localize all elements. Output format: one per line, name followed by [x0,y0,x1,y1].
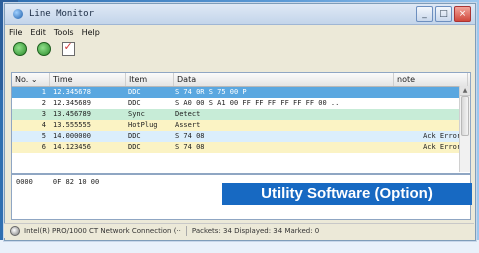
column-time[interactable]: Time [50,73,126,86]
cell-note [391,109,465,120]
main-window: Line Monitor _ □ × File Edit Tools Help … [4,3,476,241]
title-bar[interactable]: Line Monitor _ □ × [5,4,475,25]
minimize-button[interactable]: _ [416,6,433,22]
cell-time: 14.000000 [53,132,91,140]
cell-item: Sync [128,110,145,118]
cell-data: S 74 08 [175,143,205,151]
gear-green-icon[interactable] [37,42,51,56]
cell-data: Detect [175,110,201,118]
cell-no: 5 [41,132,46,140]
table-row[interactable]: 4 13.555555 HotPlug Assert [12,120,470,131]
menu-help[interactable]: Help [82,28,100,37]
cell-time: 13.555555 [53,121,91,129]
close-button[interactable]: × [454,6,471,22]
scroll-thumb[interactable] [461,96,469,136]
cell-data: S A0 00 S A1 00 FF FF FF FF FF FF 00 .. [175,99,340,107]
status-connection: Intel(R) PRO/1000 CT Network Connection … [24,227,181,235]
cell-no: 4 [41,121,46,129]
cell-time: 12.345689 [53,99,91,107]
cell-data: S 74 0R S 75 00 P [175,88,247,96]
column-note[interactable]: note [394,73,468,86]
cell-note: Ack Error [423,143,461,151]
cell-item: HotPlug [128,121,158,129]
cell-note [391,98,465,109]
cell-no: 2 [41,99,46,107]
cell-no: 6 [41,143,46,151]
status-packets: Packets: 34 Displayed: 34 Marked: 0 [191,227,320,235]
toolbar [5,39,475,59]
menu-edit[interactable]: Edit [30,28,46,37]
gear-green-icon[interactable] [13,42,27,56]
vertical-scrollbar[interactable]: ▲ [459,86,470,172]
app-icon [13,9,23,19]
packet-table: No. ⌄ Time Item Data note 1 12.345678 DD… [11,72,471,174]
cell-note: Ack Error [423,132,461,140]
table-row[interactable]: 2 12.345689 DDC S A0 00 S A1 00 FF FF FF… [12,98,470,109]
table-row[interactable]: 1 12.345678 DDC S 74 0R S 75 00 P [12,87,470,98]
cell-item: DDC [128,143,141,151]
column-no[interactable]: No. ⌄ [12,73,50,86]
cell-data: Assert [175,121,201,129]
cell-item: DDC [128,132,141,140]
cell-time: 14.123456 [53,143,91,151]
cell-no: 1 [41,88,46,96]
table-row[interactable]: 5 14.000000 DDC S 74 08 Ack Error [12,131,470,142]
window-title: Line Monitor [29,9,95,19]
cell-item: DDC [128,99,141,107]
status-bar: Intel(R) PRO/1000 CT Network Connection … [4,223,474,238]
cell-data: S 74 08 [175,132,205,140]
menu-bar: File Edit Tools Help [5,25,475,39]
status-separator [185,226,187,236]
hex-bytes: 0F 82 10 00 [52,178,100,186]
menu-file[interactable]: File [9,28,22,37]
network-adapter-icon [10,226,20,236]
cell-note [391,120,465,131]
maximize-button[interactable]: □ [435,6,452,22]
cell-note [391,87,465,98]
table-row[interactable]: 6 14.123456 DDC S 74 08 Ack Error [12,142,470,153]
cell-time: 13.456789 [53,110,91,118]
cell-no: 3 [41,110,46,118]
scroll-up-icon[interactable]: ▲ [460,86,470,96]
utility-software-label: Utility Software (Option) [222,183,472,205]
menu-tools[interactable]: Tools [54,28,74,37]
background-bottom [0,240,479,253]
table-header: No. ⌄ Time Item Data note [12,73,470,87]
cell-item: DDC [128,88,141,96]
hex-offset: 0000 [16,178,33,186]
window-controls: _ □ × [416,6,471,22]
checklist-icon[interactable] [61,40,75,56]
cell-time: 12.345678 [53,88,91,96]
table-row[interactable]: 3 13.456789 Sync Detect [12,109,470,120]
column-data[interactable]: Data [174,73,394,86]
column-item[interactable]: Item [126,73,174,86]
